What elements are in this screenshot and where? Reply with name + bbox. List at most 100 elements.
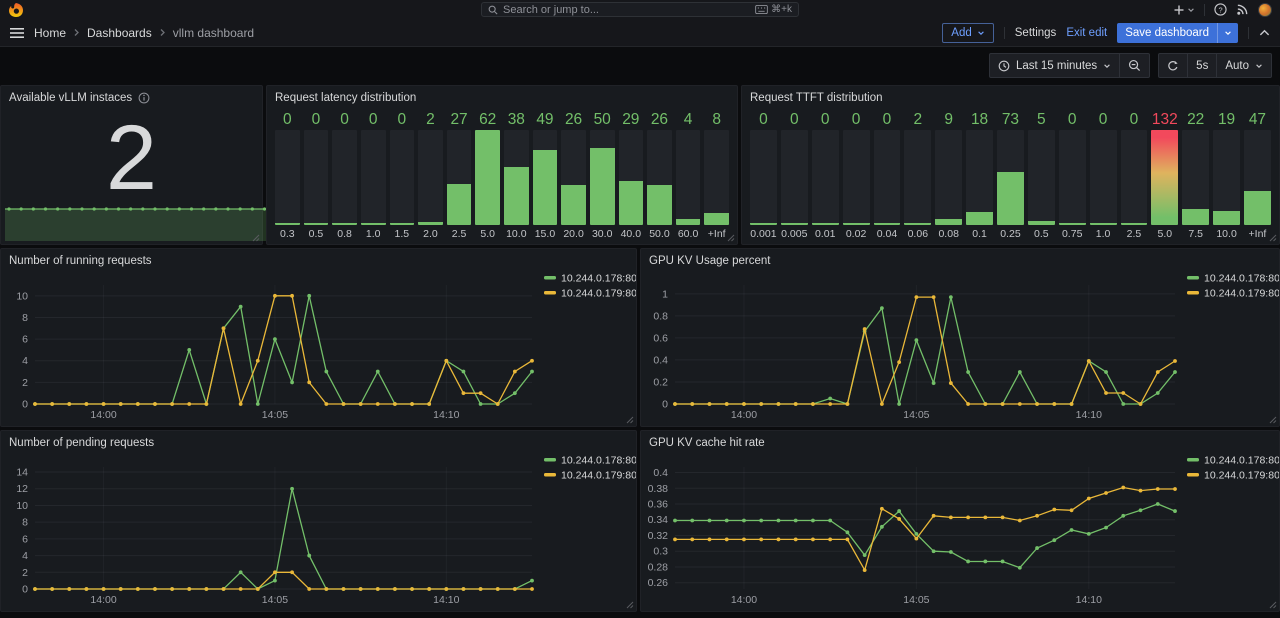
svg-text:14:10: 14:10: [433, 594, 459, 606]
save-options-toggle[interactable]: [1217, 23, 1238, 43]
bar-track: [332, 130, 357, 225]
panel-title[interactable]: GPU KV Usage percent: [641, 249, 778, 273]
breadcrumb-dashboards[interactable]: Dashboards: [87, 26, 152, 40]
cache-hit-rate-chart[interactable]: 0.260.280.30.320.340.360.380.414:0014:05…: [641, 431, 1279, 611]
panel-request-ttft: Request TTFT distribution 00.00100.00500…: [741, 85, 1280, 245]
bar-track: [874, 130, 901, 225]
bar-tick-label: +Inf: [1244, 225, 1271, 240]
bar-fill: [1182, 209, 1209, 225]
bar-bin: 460.0: [676, 109, 701, 240]
bar-track: [304, 130, 329, 225]
legend-label[interactable]: 10.244.0.178:8000: [1204, 455, 1279, 467]
bar-fill: [619, 181, 644, 225]
search-input[interactable]: [503, 4, 750, 16]
legend-swatch: [544, 291, 556, 295]
bar-value: 47: [1244, 109, 1271, 130]
panel-resize-handle[interactable]: [1269, 601, 1277, 609]
bar-track: [935, 130, 962, 225]
svg-text:0.36: 0.36: [648, 498, 669, 510]
ttft-bar-gauge: 00.00100.00500.0100.0200.0420.0690.08180…: [750, 109, 1271, 240]
save-dashboard-button[interactable]: Save dashboard: [1117, 23, 1238, 43]
bar-tick-label: +Inf: [704, 225, 729, 240]
svg-text:14:05: 14:05: [262, 594, 288, 606]
chevron-down-icon: [1255, 62, 1263, 70]
news-button[interactable]: [1236, 3, 1249, 16]
panel-title[interactable]: Request TTFT distribution: [742, 86, 891, 110]
caret-up-icon[interactable]: [1259, 29, 1270, 37]
bar-fill: [997, 172, 1024, 225]
svg-text:0.2: 0.2: [653, 376, 668, 388]
bar-bin: 20.06: [904, 109, 931, 240]
bar-value: 19: [1213, 109, 1240, 130]
panel-title[interactable]: Number of running requests: [1, 249, 160, 273]
settings-button[interactable]: Settings: [1015, 27, 1057, 39]
refresh-button[interactable]: [1159, 54, 1187, 77]
breadcrumb-current[interactable]: vllm dashboard: [173, 26, 254, 40]
zoom-out-button[interactable]: [1119, 54, 1149, 77]
hamburger-menu-icon[interactable]: [10, 27, 24, 39]
legend-label[interactable]: 10.244.0.179:8000: [1204, 288, 1279, 300]
user-avatar[interactable]: [1258, 3, 1272, 17]
legend-label[interactable]: 10.244.0.178:8000: [1204, 273, 1279, 285]
bar-fill: [966, 212, 993, 225]
panel-title[interactable]: GPU KV cache hit rate: [641, 431, 773, 455]
bar-tick-label: 0.02: [843, 225, 870, 240]
add-new-button[interactable]: [1173, 4, 1195, 16]
svg-text:0: 0: [22, 399, 28, 411]
legend-label[interactable]: 10.244.0.179:8000: [561, 288, 636, 300]
legend-label[interactable]: 10.244.0.178:8000: [561, 455, 636, 467]
bar-fill: [676, 219, 701, 225]
bar-value: 0: [332, 109, 357, 130]
breadcrumb-home[interactable]: Home: [34, 26, 66, 40]
kv-usage-chart[interactable]: 00.20.40.60.8114:0014:0514:1010.244.0.17…: [641, 249, 1279, 426]
help-button[interactable]: ?: [1214, 3, 1227, 16]
bar-track: [647, 130, 672, 225]
panel-resize-handle[interactable]: [626, 416, 634, 424]
panel-resize-handle[interactable]: [252, 234, 260, 242]
bar-value: 0: [750, 109, 777, 130]
add-panel-button[interactable]: Add: [942, 23, 993, 43]
legend-label[interactable]: 10.244.0.179:8000: [1204, 470, 1279, 482]
panel-running-requests: Number of running requests 024681014:001…: [0, 248, 637, 427]
bar-bin: 00.01: [812, 109, 839, 240]
bar-value: 29: [619, 109, 644, 130]
search-shortcut: ⌘+k: [755, 4, 792, 15]
svg-text:0.38: 0.38: [648, 483, 669, 495]
global-search[interactable]: ⌘+k: [481, 2, 799, 17]
pending-requests-chart[interactable]: 0246810121414:0014:0514:1010.244.0.178:8…: [1, 431, 636, 611]
search-icon: [488, 5, 498, 15]
bar-tick-label: 2.5: [447, 225, 472, 240]
legend-label[interactable]: 10.244.0.178:8000: [561, 273, 636, 285]
bar-value: 26: [647, 109, 672, 130]
refresh-interval-label[interactable]: 5s: [1187, 54, 1216, 77]
svg-text:14:05: 14:05: [903, 409, 929, 421]
auto-refresh-picker[interactable]: Auto: [1216, 54, 1271, 77]
panel-resize-handle[interactable]: [626, 601, 634, 609]
legend-label[interactable]: 10.244.0.179:8000: [561, 470, 636, 482]
time-range-picker[interactable]: Last 15 minutes: [990, 54, 1119, 77]
info-icon[interactable]: [138, 92, 150, 104]
bar-tick-label: 0.1: [966, 225, 993, 240]
panel-resize-handle[interactable]: [1269, 234, 1277, 242]
help-icon: ?: [1214, 3, 1227, 16]
panel-title[interactable]: Number of pending requests: [1, 431, 162, 455]
bar-tick-label: 10.0: [504, 225, 529, 240]
bar-fill: [935, 219, 962, 225]
panel-resize-handle[interactable]: [727, 234, 735, 242]
panel-resize-handle[interactable]: [1269, 416, 1277, 424]
exit-edit-button[interactable]: Exit edit: [1066, 27, 1107, 39]
panel-title[interactable]: Available vLLM instaces: [1, 86, 158, 110]
svg-text:14:05: 14:05: [262, 409, 288, 421]
series-line-10.244.0.178:8000: [675, 297, 1175, 404]
bar-value: 26: [561, 109, 586, 130]
panel-title[interactable]: Request latency distribution: [267, 86, 424, 110]
bar-bin: 3810.0: [504, 109, 529, 240]
svg-text:0.8: 0.8: [653, 310, 668, 322]
bar-value: 0: [275, 109, 300, 130]
svg-text:0.6: 0.6: [653, 332, 668, 344]
running-requests-chart[interactable]: 024681014:0014:0514:1010.244.0.178:80001…: [1, 249, 636, 426]
legend-swatch: [1187, 291, 1199, 295]
svg-text:0.28: 0.28: [648, 561, 669, 573]
grafana-logo-icon[interactable]: [8, 2, 24, 18]
bar-tick-label: 0.5: [304, 225, 329, 240]
